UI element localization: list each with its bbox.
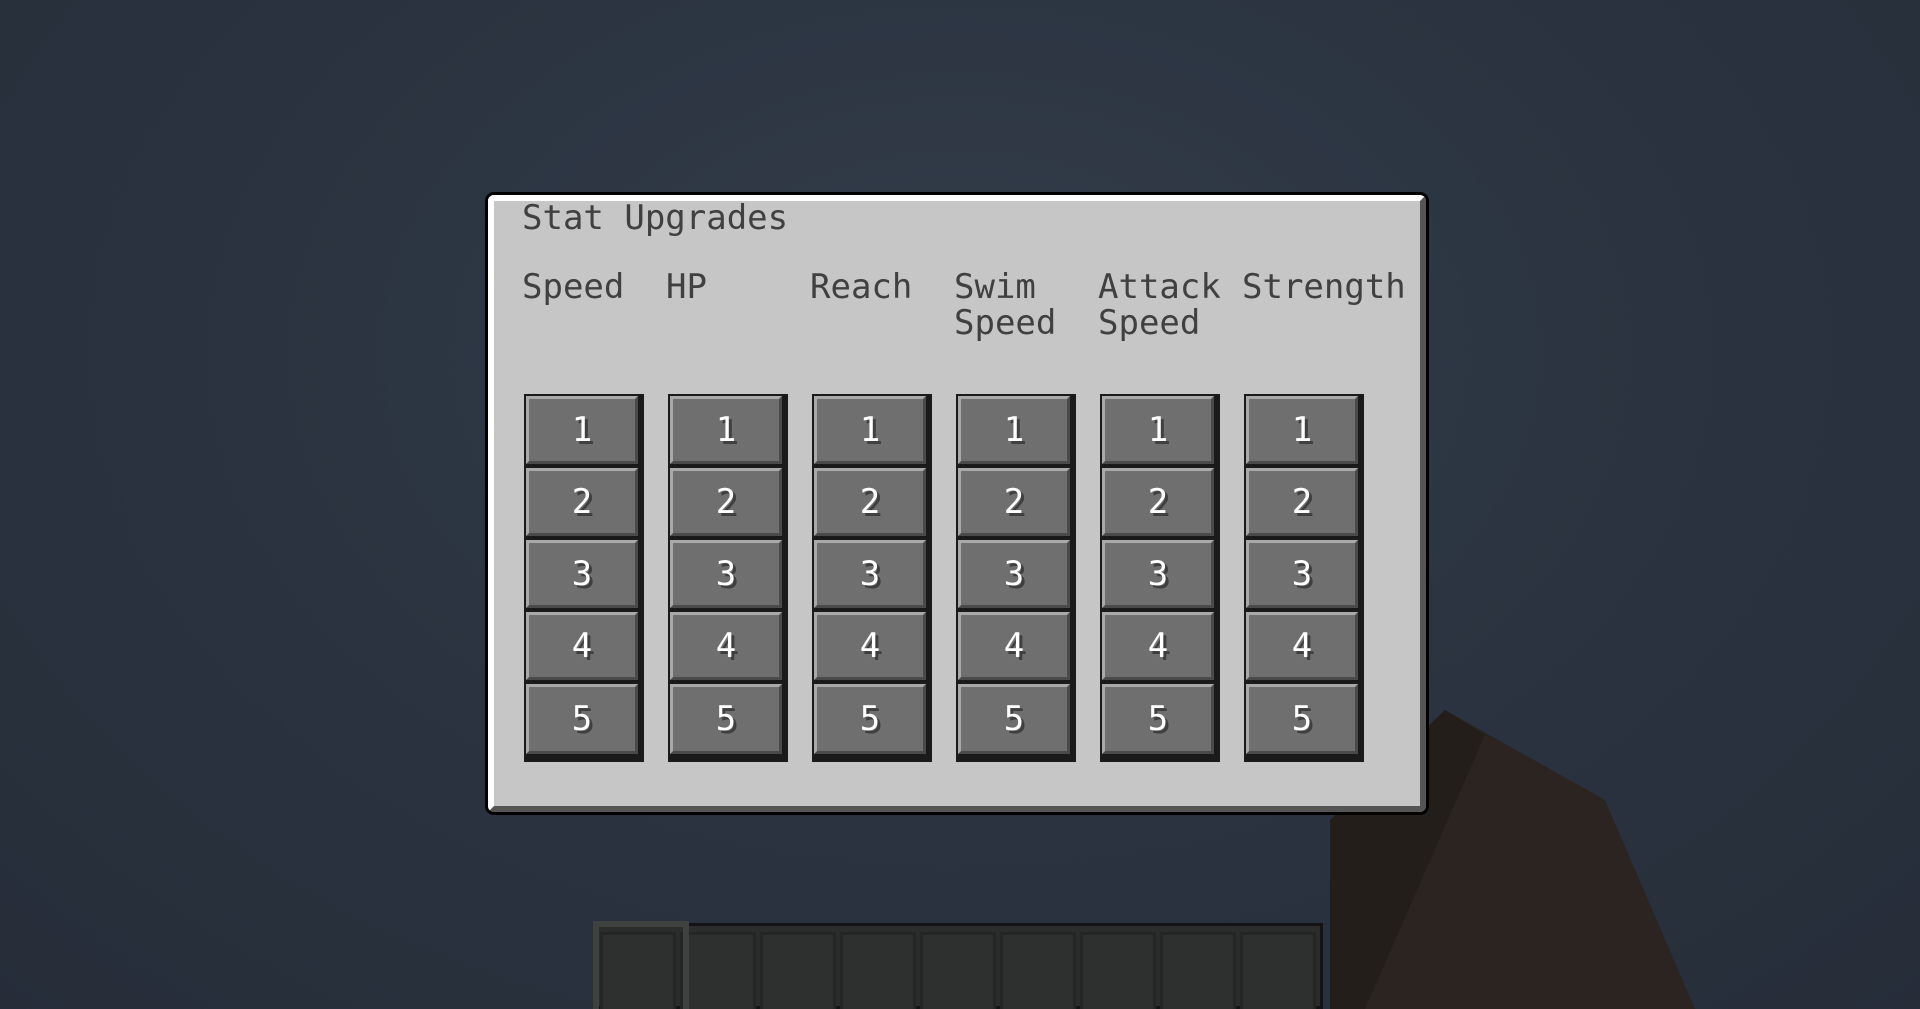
hp-level-3-button[interactable]: 3: [670, 540, 782, 608]
hp-level-5-button[interactable]: 5: [670, 684, 782, 754]
hotbar-slot-7[interactable]: [1080, 932, 1156, 1009]
speed-level-list: 1 2 3 4 5: [524, 394, 644, 762]
hotbar-slot-2[interactable]: [680, 932, 756, 1009]
hotbar-selected-slot-highlight: [593, 921, 689, 1009]
hp-level-1-button[interactable]: 1: [670, 396, 782, 464]
stat-label-swim-speed: Swim Speed: [954, 267, 1057, 343]
hotbar-slot-5[interactable]: [920, 932, 996, 1009]
attack-speed-level-4-button[interactable]: 4: [1102, 612, 1214, 680]
stat-label-attack-speed: Attack Speed: [1098, 267, 1221, 343]
stat-label-speed: Speed: [522, 267, 625, 307]
swim-speed-level-2-button[interactable]: 2: [958, 468, 1070, 536]
stat-label-strength: Strength: [1242, 267, 1406, 307]
hotbar: [593, 923, 1323, 1009]
stat-label-hp: HP: [666, 267, 707, 307]
swim-speed-level-5-button[interactable]: 5: [958, 684, 1070, 754]
speed-level-1-button[interactable]: 1: [526, 396, 638, 464]
hotbar-slot-9[interactable]: [1240, 932, 1316, 1009]
reach-level-3-button[interactable]: 3: [814, 540, 926, 608]
attack-speed-level-2-button[interactable]: 2: [1102, 468, 1214, 536]
speed-level-2-button[interactable]: 2: [526, 468, 638, 536]
speed-level-4-button[interactable]: 4: [526, 612, 638, 680]
swim-speed-level-3-button[interactable]: 3: [958, 540, 1070, 608]
reach-level-list: 1 2 3 4 5: [812, 394, 932, 762]
swim-speed-level-4-button[interactable]: 4: [958, 612, 1070, 680]
strength-level-2-button[interactable]: 2: [1246, 468, 1358, 536]
attack-speed-level-3-button[interactable]: 3: [1102, 540, 1214, 608]
swim-speed-level-1-button[interactable]: 1: [958, 396, 1070, 464]
hotbar-slot-8[interactable]: [1160, 932, 1236, 1009]
attack-speed-level-list: 1 2 3 4 5: [1100, 394, 1220, 762]
speed-level-5-button[interactable]: 5: [526, 684, 638, 754]
attack-speed-level-5-button[interactable]: 5: [1102, 684, 1214, 754]
hp-level-4-button[interactable]: 4: [670, 612, 782, 680]
panel-title: Stat Upgrades: [522, 198, 789, 238]
swim-speed-level-list: 1 2 3 4 5: [956, 394, 1076, 762]
hotbar-slot-3[interactable]: [760, 932, 836, 1009]
hp-level-2-button[interactable]: 2: [670, 468, 782, 536]
reach-level-4-button[interactable]: 4: [814, 612, 926, 680]
reach-level-2-button[interactable]: 2: [814, 468, 926, 536]
stat-upgrades-panel: Stat Upgrades Speed 1 2 3 4 5 HP 1 2 3 4…: [488, 195, 1426, 812]
strength-level-list: 1 2 3 4 5: [1244, 394, 1364, 762]
reach-level-1-button[interactable]: 1: [814, 396, 926, 464]
hp-level-list: 1 2 3 4 5: [668, 394, 788, 762]
strength-level-4-button[interactable]: 4: [1246, 612, 1358, 680]
stat-label-reach: Reach: [810, 267, 913, 307]
strength-level-1-button[interactable]: 1: [1246, 396, 1358, 464]
strength-level-5-button[interactable]: 5: [1246, 684, 1358, 754]
speed-level-3-button[interactable]: 3: [526, 540, 638, 608]
reach-level-5-button[interactable]: 5: [814, 684, 926, 754]
attack-speed-level-1-button[interactable]: 1: [1102, 396, 1214, 464]
strength-level-3-button[interactable]: 3: [1246, 540, 1358, 608]
hotbar-slot-4[interactable]: [840, 932, 916, 1009]
hotbar-slot-6[interactable]: [1000, 932, 1076, 1009]
